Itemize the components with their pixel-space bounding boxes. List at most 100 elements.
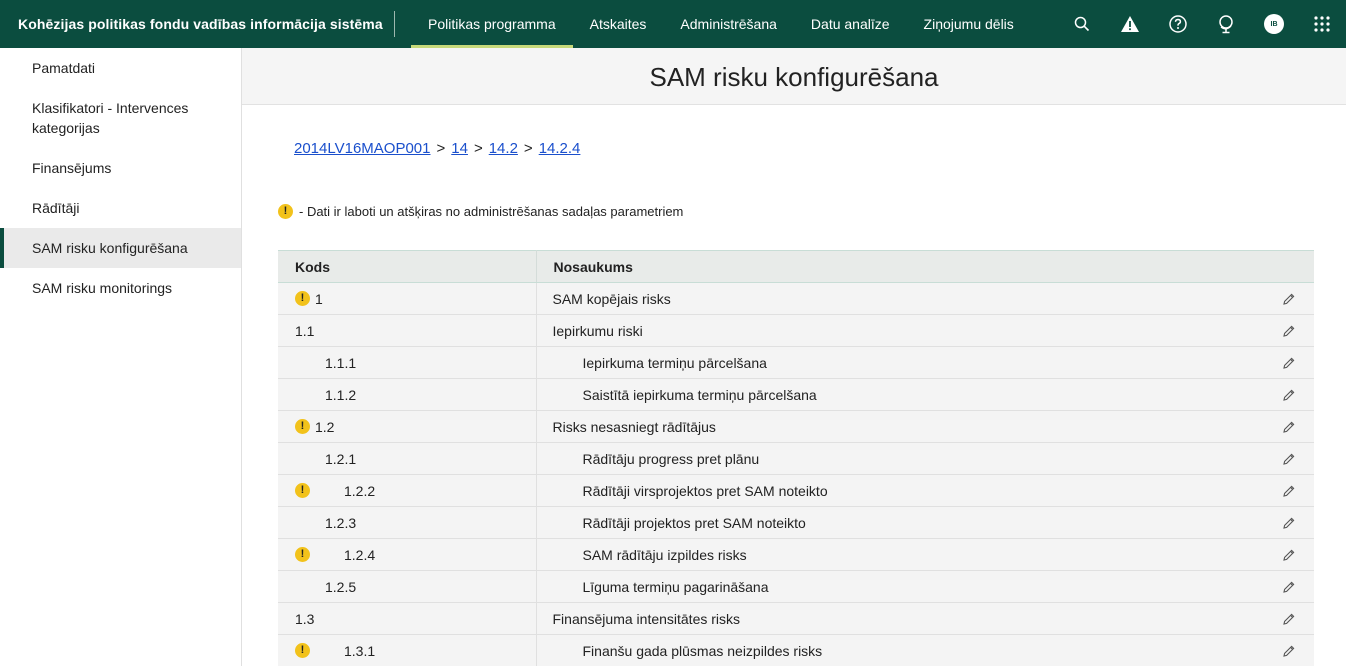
code-cell-content: ! 1.2.2: [278, 475, 536, 506]
edit-pencil-icon[interactable]: [1282, 516, 1296, 530]
breadcrumb-separator: >: [523, 140, 533, 157]
name-cell-content: SAM rādītāju izpildes risks: [537, 539, 1315, 570]
sidebar-item-sam-risku-konfiguresana[interactable]: SAM risku konfigurēšana: [0, 228, 241, 268]
table-row[interactable]: 1.1 Iepirkumu riski: [278, 314, 1315, 347]
edit-pencil-icon[interactable]: [1282, 580, 1296, 594]
app-title[interactable]: Kohēzijas politikas fondu vadības inform…: [18, 0, 383, 48]
topnav-datu-analize[interactable]: Datu analīze: [794, 0, 907, 48]
code-cell: ! 1.2.2: [278, 474, 537, 507]
row-code: 1.2.1: [325, 450, 357, 467]
top-navigation: Politikas programma Atskaites Administrē…: [411, 0, 1031, 48]
warning-badge-icon: !: [295, 643, 310, 658]
name-cell-content: Finansējuma intensitātes risks: [537, 603, 1315, 634]
row-name: Risks nesasniegt rādītājus: [552, 418, 716, 435]
sidebar-item-sam-risku-monitorings[interactable]: SAM risku monitorings: [0, 268, 241, 308]
breadcrumb-link-priority[interactable]: 14: [451, 140, 468, 157]
name-cell-content: Rādītāji virsprojektos pret SAM noteikto: [537, 475, 1315, 506]
sidebar-item-raditaji[interactable]: Rādītāji: [0, 188, 241, 228]
table-row[interactable]: ! 1.2.2 Rādītāji virsprojektos pret SAM no…: [278, 474, 1315, 507]
table-row[interactable]: 1.2.5 Līguma termiņu pagarināšana: [278, 570, 1314, 603]
row-code: 1.2.2: [344, 482, 376, 499]
row-name: Finansējuma intensitātes risks: [552, 610, 741, 627]
main-content: SAM risku konfigurēšana 2014LV16MAOP001 >…: [242, 48, 1346, 666]
topnav-administresana[interactable]: Administrēšana: [663, 0, 794, 48]
row-name: Rādītāji virsprojektos pret SAM noteikto: [582, 482, 828, 499]
warning-icon[interactable]: [1118, 12, 1142, 36]
avatar: IB: [1264, 14, 1284, 34]
table-row[interactable]: 1.3 Finansējuma intensitātes risks: [278, 602, 1315, 635]
table-row[interactable]: ! 1.3.1 Finanšu gada plūsmas neizpildes ri…: [278, 634, 1314, 666]
row-name: Rādītāji projektos pret SAM noteikto: [582, 514, 806, 531]
apps-grid-icon[interactable]: [1310, 12, 1334, 36]
breadcrumb-link-sam[interactable]: 14.2.4: [539, 140, 581, 157]
code-cell: ! 1: [278, 282, 537, 315]
risk-table: Kods Nosaukums ! 1 SAM kopējais risks 1.1 Ie…: [278, 250, 1314, 666]
name-cell: Finansējuma intensitātes risks: [536, 602, 1315, 635]
topnav-zinojumu-delis[interactable]: Ziņojumu dēlis: [907, 0, 1031, 48]
table-row[interactable]: ! 1 SAM kopējais risks: [278, 282, 1315, 315]
table-row[interactable]: ! 1.2.4 SAM rādītāju izpildes risks: [278, 538, 1315, 571]
table-row[interactable]: ! 1.2 Risks nesasniegt rādītājus: [278, 410, 1314, 443]
name-cell: Rādītāji virsprojektos pret SAM noteikto: [536, 474, 1315, 507]
breadcrumb-link-program[interactable]: 2014LV16MAOP001: [294, 140, 431, 157]
breadcrumb-link-measure[interactable]: 14.2: [489, 140, 518, 157]
edit-pencil-icon[interactable]: [1282, 612, 1296, 626]
row-name: Iepirkuma termiņu pārcelšana: [582, 354, 767, 371]
globe-icon[interactable]: [1214, 12, 1238, 36]
name-cell-content: SAM kopējais risks: [537, 283, 1315, 314]
code-cell: 1.2.5: [278, 570, 537, 603]
edit-pencil-icon[interactable]: [1282, 484, 1296, 498]
sidebar-item-pamatdati[interactable]: Pamatdati: [0, 48, 241, 88]
code-cell: ! 1.3.1: [278, 634, 537, 666]
warning-badge-icon: !: [295, 547, 310, 562]
code-cell-content: 1.2.1: [278, 443, 536, 474]
code-cell-content: 1.3: [278, 603, 536, 634]
warning-badge-icon: !: [295, 291, 310, 306]
topnav-politikas-programma[interactable]: Politikas programma: [411, 0, 573, 48]
name-cell-content: Iepirkumu riski: [537, 315, 1315, 346]
row-code: 1.2.5: [325, 578, 357, 595]
code-cell-content: ! 1.2.4: [278, 539, 536, 570]
warning-badge-icon: !: [295, 483, 310, 498]
page-title: SAM risku konfigurēšana: [242, 48, 1346, 105]
name-cell: SAM kopējais risks: [536, 282, 1315, 315]
legend-note: ! - Dati ir laboti un atšķiras no admini…: [278, 204, 683, 219]
warning-badge-icon: !: [295, 419, 310, 434]
help-icon[interactable]: [1166, 12, 1190, 36]
row-code: 1.1.1: [325, 354, 357, 371]
legend-note-text: - Dati ir laboti un atšķiras no administ…: [299, 204, 684, 219]
search-icon[interactable]: [1070, 12, 1094, 36]
breadcrumb: 2014LV16MAOP001 >14 >14.2 >14.2.4: [294, 140, 580, 157]
row-name: Iepirkumu riski: [552, 322, 643, 339]
edit-pencil-icon[interactable]: [1282, 644, 1296, 658]
code-cell-content: 1.2.3: [278, 507, 536, 538]
sidebar-item-klasifikatori[interactable]: Klasifikatori - Intervences kategorijas: [0, 88, 241, 148]
row-code: 1.2: [315, 418, 335, 435]
code-cell: 1.3: [278, 602, 537, 635]
table-row[interactable]: 1.2.1 Rādītāju progress pret plānu: [278, 442, 1314, 475]
edit-pencil-icon[interactable]: [1282, 388, 1296, 402]
sidebar-item-finansejums[interactable]: Finansējums: [0, 148, 241, 188]
edit-pencil-icon[interactable]: [1282, 356, 1296, 370]
row-code: 1.1: [295, 322, 315, 339]
code-cell: 1.1.2: [278, 378, 537, 411]
table-row[interactable]: 1.2.3 Rādītāji projektos pret SAM noteikt…: [278, 506, 1314, 539]
table-row[interactable]: 1.1.2 Saistītā iepirkuma termiņu pārcelša…: [278, 378, 1315, 411]
edit-pencil-icon[interactable]: [1282, 324, 1296, 338]
name-cell: SAM rādītāju izpildes risks: [536, 538, 1315, 571]
edit-pencil-icon[interactable]: [1282, 452, 1296, 466]
column-header-code[interactable]: Kods: [278, 250, 537, 283]
edit-pencil-icon[interactable]: [1282, 292, 1296, 306]
topnav-atskaites[interactable]: Atskaites: [573, 0, 664, 48]
name-cell-content: Saistītā iepirkuma termiņu pārcelšana: [537, 379, 1315, 410]
warning-badge-icon: !: [278, 204, 293, 219]
user-avatar-button[interactable]: IB: [1262, 12, 1286, 36]
column-header-name[interactable]: Nosaukums: [536, 250, 1314, 283]
top-divider: [394, 11, 395, 37]
table-row[interactable]: 1.1.1 Iepirkuma termiņu pārcelšana: [278, 346, 1314, 379]
code-cell: ! 1.2.4: [278, 538, 537, 571]
row-name: Līguma termiņu pagarināšana: [582, 578, 769, 595]
edit-pencil-icon[interactable]: [1282, 548, 1296, 562]
edit-pencil-icon[interactable]: [1282, 420, 1296, 434]
name-cell: Iepirkuma termiņu pārcelšana: [536, 346, 1314, 379]
